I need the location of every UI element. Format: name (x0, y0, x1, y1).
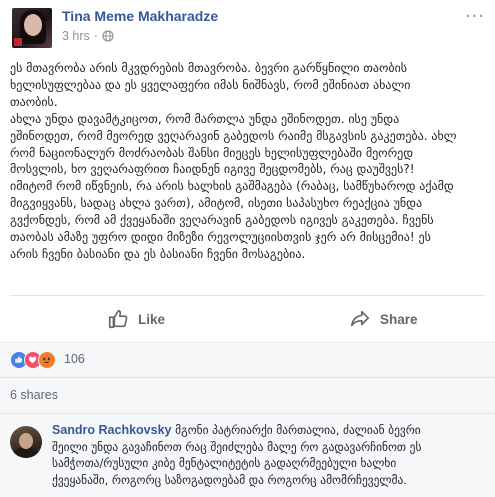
share-label: Share (380, 311, 418, 327)
post-text-line: გვქონდეს, რომ ამ ქვეყანაში ვეღარავინ გაბ… (10, 213, 434, 228)
post-text-line: იმიტომ რომ იწვნეის, რა არის ხალხის გაშმა… (10, 179, 454, 194)
post-author-name[interactable]: Tina Meme Makharadze (62, 8, 218, 24)
reaction-count[interactable]: 106 (64, 352, 85, 366)
globe-icon[interactable] (102, 30, 114, 42)
share-button[interactable]: Share (349, 306, 418, 332)
commenter-avatar[interactable] (10, 426, 42, 458)
post-text-line: ეს მთავრობა არის მკვდრების მთავრობა. ბევ… (10, 61, 408, 75)
comment-text-line: ქვეყანაში, როგორც საზოგადოებამ და როგორც… (52, 472, 407, 487)
comment-text-line: შეილი უნდა გავაჩინოთ რაც შეიძლება მალე რ… (52, 439, 422, 454)
thumbs-up-icon (108, 309, 128, 329)
post-text-line: ეშინოდეთ, რომ მეორედ ვეღარავინ გაბედოს რ… (10, 128, 457, 143)
share-arrow-icon (350, 310, 370, 327)
post-header: Tina Meme Makharadze 3 hrs · ··· (0, 0, 495, 50)
post-text-line: მოსვლის, ხო ვეღარაფრით ჩაიდნენ იგივე შეც… (10, 162, 415, 177)
post-text: ეს მთავრობა არის მკვდრების მთავრობა. ბევ… (10, 60, 493, 263)
comment-text-line: სამჭოთა/რუსული კიბე მენტალიტეტის გადაღრმ… (52, 456, 397, 470)
comment-first-line: Sandro Rachkovsky მგონი პატრიარქი მართალ… (52, 422, 493, 439)
actions-divider (10, 295, 485, 296)
post-options-icon[interactable]: ··· (465, 6, 485, 27)
post-text-line: მიგვიყვანს, სადაც ახლა ვართ), ამიტომ, ის… (10, 196, 423, 211)
post-text-line: თაობის. (10, 94, 58, 109)
comments-area: Sandro Rachkovsky მგონი პატრიარქი მართალ… (0, 413, 495, 497)
reactions-bar[interactable]: 106 (0, 342, 495, 377)
like-button[interactable]: Like (107, 306, 165, 332)
like-label: Like (138, 311, 166, 327)
post-text-line: ხელისუფლებაა და ეს ყველაფერი იმას ნიშნავ… (10, 77, 411, 92)
comment-author[interactable]: Sandro Rachkovsky (52, 423, 172, 437)
angry-reaction-icon (38, 351, 56, 369)
shares-row: 6 shares (0, 377, 495, 414)
post-text-line: არის ჩვენი ბასიანი და ეს ბასიანი ჩვენი მ… (10, 246, 306, 261)
post-timestamp[interactable]: 3 hrs (62, 29, 90, 43)
shares-count[interactable]: 6 shares (10, 388, 58, 402)
post-text-line: თაობას ამაზე უფრო დიდი მიზეზი რევოლუციის… (10, 230, 431, 245)
post-text-line: ახლა უნდა დავამტკიცოთ, რომ მართლა უნდა ე… (10, 111, 400, 126)
comment-text: მგონი პატრიარქი მართალია, ძალიან ბევრი (175, 423, 421, 437)
post-text-line: რომ ნაციონალურ მოძრაობას შანსი მიეცეს ხე… (10, 145, 414, 160)
comment: Sandro Rachkovsky მგონი პატრიარქი მართალ… (52, 422, 493, 488)
meta-separator: · (93, 29, 98, 43)
post-meta: 3 hrs · (62, 29, 114, 43)
author-avatar[interactable] (12, 8, 52, 48)
